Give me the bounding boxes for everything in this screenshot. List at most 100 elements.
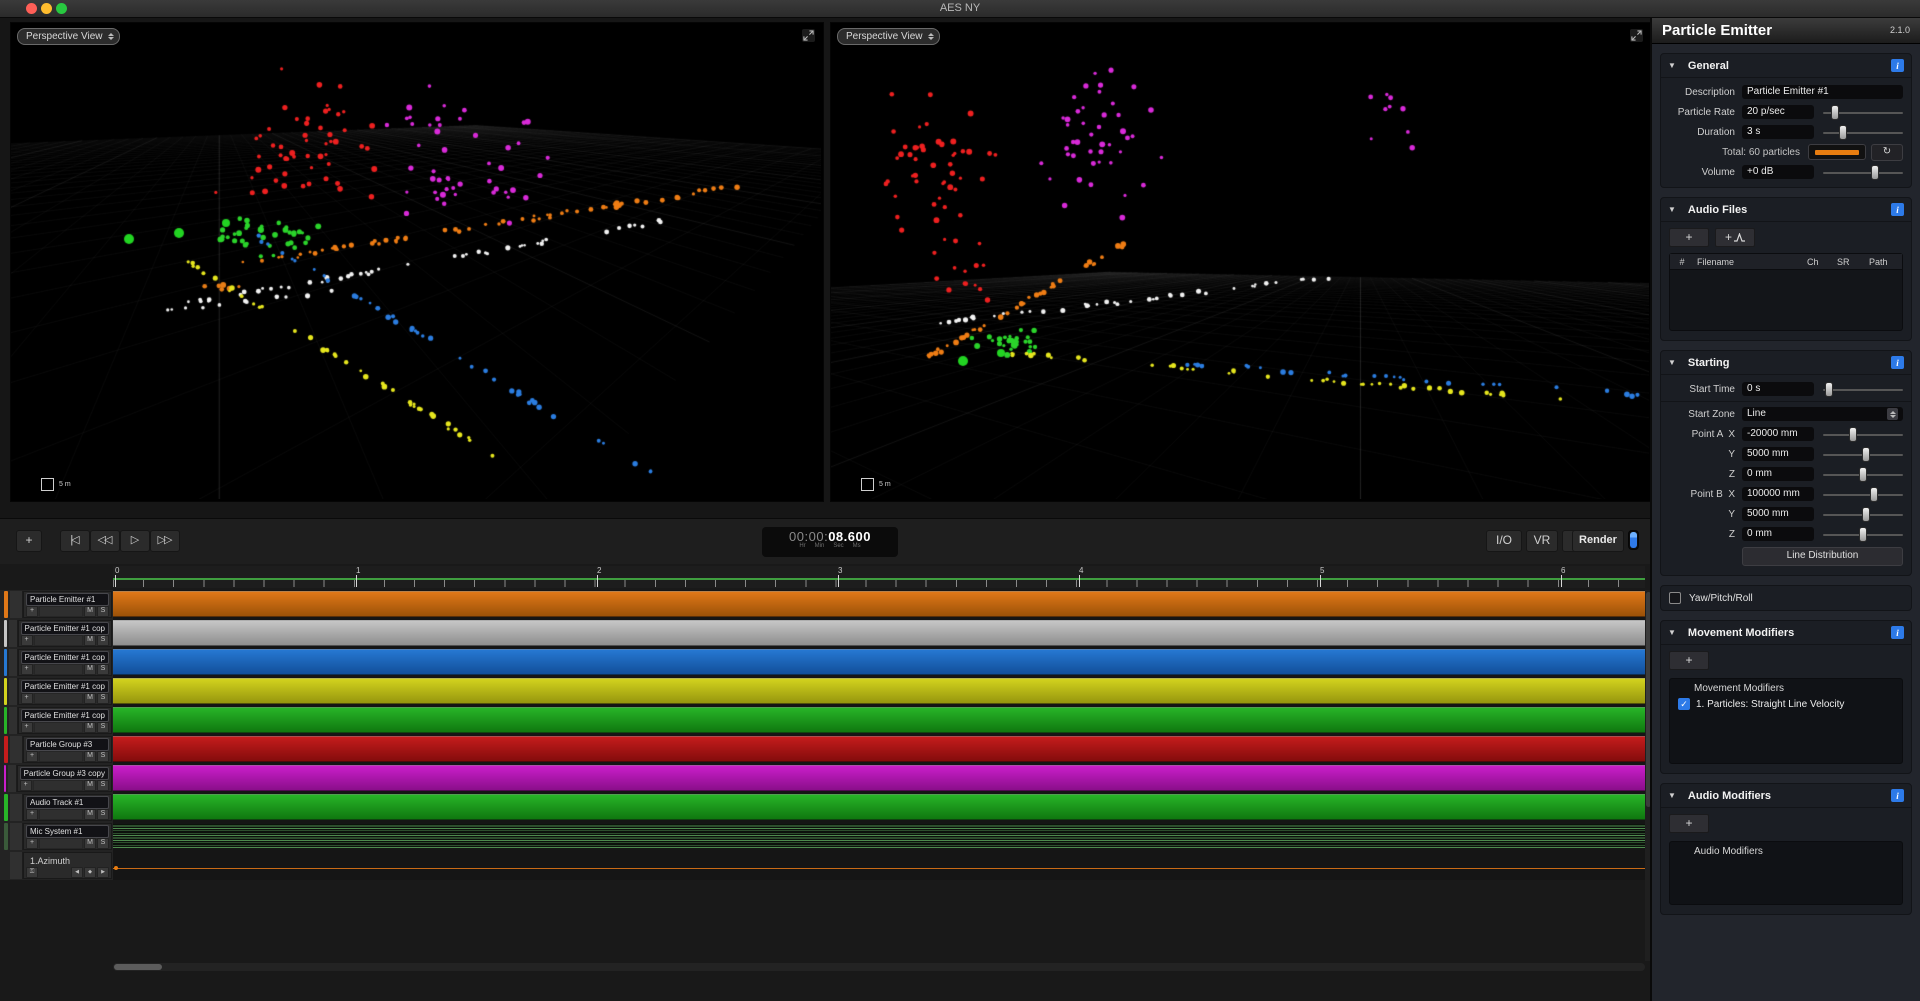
mic-clip-region[interactable] bbox=[113, 824, 1645, 848]
track-header[interactable]: Particle Emitter #1+MS bbox=[0, 590, 113, 619]
clip-region[interactable] bbox=[113, 649, 1645, 675]
vr-button[interactable]: VR bbox=[1526, 530, 1558, 552]
slider-thumb[interactable] bbox=[1825, 382, 1833, 397]
info-icon[interactable] bbox=[1891, 789, 1904, 802]
mute-button[interactable]: M bbox=[84, 693, 96, 704]
point-b-z-input[interactable]: 0 mm bbox=[1742, 527, 1814, 541]
line-distribution-button[interactable]: Line Distribution bbox=[1742, 547, 1903, 566]
collapse-triangle-icon[interactable]: ▼ bbox=[1668, 205, 1676, 214]
info-icon[interactable] bbox=[1891, 356, 1904, 369]
start-time-slider[interactable] bbox=[1823, 382, 1903, 397]
track-grab-handle[interactable] bbox=[10, 794, 23, 821]
collapse-triangle-icon[interactable]: ▼ bbox=[1668, 358, 1676, 367]
track-name-field[interactable]: Particle Group #3 copy bbox=[20, 767, 109, 780]
mute-button[interactable]: M bbox=[84, 838, 96, 849]
track-lane[interactable] bbox=[113, 590, 1645, 619]
rewind-button[interactable]: ◁◁ bbox=[90, 530, 120, 552]
track-name-field[interactable]: Particle Emitter #1 cop bbox=[21, 680, 109, 693]
refresh-button[interactable]: ↻ bbox=[1871, 144, 1903, 161]
next-keyframe-button[interactable]: ▶ bbox=[97, 867, 109, 878]
yaw-pitch-roll-checkbox[interactable] bbox=[1669, 592, 1681, 604]
track-header[interactable]: Particle Emitter #1 cop+MS bbox=[0, 648, 113, 677]
audio-files-table-body[interactable] bbox=[1670, 270, 1902, 330]
track-add-automation-button[interactable]: + bbox=[26, 751, 38, 762]
go-to-start-button[interactable]: |◁ bbox=[60, 530, 90, 552]
add-keyframe-button[interactable]: ◆ bbox=[84, 867, 96, 878]
track-grab-handle[interactable] bbox=[10, 736, 23, 763]
track-header[interactable]: Audio Track #1+MS bbox=[0, 793, 113, 822]
track-add-automation-button[interactable]: + bbox=[21, 722, 33, 733]
track-grab-handle[interactable] bbox=[9, 707, 18, 734]
slider-thumb[interactable] bbox=[1849, 427, 1857, 442]
collapse-triangle-icon[interactable]: ▼ bbox=[1668, 61, 1676, 70]
track-lane[interactable] bbox=[113, 706, 1645, 735]
track-add-automation-button[interactable]: + bbox=[21, 693, 33, 704]
duration-input[interactable]: 3 s bbox=[1742, 125, 1814, 139]
automation-curve[interactable] bbox=[113, 868, 1645, 869]
clip-region[interactable] bbox=[113, 707, 1645, 733]
section-starting-header[interactable]: ▼ Starting bbox=[1661, 351, 1911, 375]
expand-viewport-icon[interactable] bbox=[1630, 29, 1643, 42]
solo-button[interactable]: S bbox=[97, 809, 109, 820]
slider-thumb[interactable] bbox=[1859, 467, 1867, 482]
view-mode-dropdown[interactable]: Perspective View bbox=[17, 28, 120, 45]
clip-region[interactable] bbox=[113, 736, 1645, 762]
track-name-field[interactable]: Particle Group #3 bbox=[26, 738, 109, 751]
solo-button[interactable]: S bbox=[97, 751, 109, 762]
track-name-field[interactable]: Audio Track #1 bbox=[26, 796, 109, 809]
track-add-automation-button[interactable]: + bbox=[26, 809, 38, 820]
add-impulse-button[interactable]: + bbox=[1715, 228, 1755, 247]
start-zone-dropdown[interactable]: Line bbox=[1742, 407, 1903, 421]
viewport-right[interactable]: Perspective View 5 m bbox=[830, 22, 1652, 502]
duration-slider[interactable] bbox=[1823, 125, 1903, 140]
collapse-triangle-icon[interactable]: ▼ bbox=[1668, 791, 1676, 800]
add-audio-file-button[interactable]: + bbox=[1669, 228, 1709, 247]
track-name-field[interactable]: Particle Emitter #1 bbox=[26, 593, 109, 606]
add-movement-modifier-button[interactable]: + bbox=[1669, 651, 1709, 670]
track-name-field[interactable]: Mic System #1 bbox=[26, 825, 109, 838]
slider-thumb[interactable] bbox=[1839, 125, 1847, 140]
track-header[interactable]: Particle Emitter #1 cop+MS bbox=[0, 706, 113, 735]
horizontal-scrollbar[interactable] bbox=[113, 963, 1645, 971]
view-mode-dropdown[interactable]: Perspective View bbox=[837, 28, 940, 45]
prev-keyframe-button[interactable]: ◀ bbox=[71, 867, 83, 878]
track-add-automation-button[interactable]: + bbox=[21, 635, 33, 646]
timecode-display[interactable]: 00:00:08.600 HrMinSecMs bbox=[762, 527, 898, 557]
track-grab-handle[interactable] bbox=[8, 765, 16, 792]
track-header[interactable]: Mic System #1+MS bbox=[0, 822, 113, 851]
volume-slider[interactable] bbox=[1823, 165, 1903, 180]
mute-button[interactable]: M bbox=[84, 606, 96, 617]
track-lane[interactable] bbox=[113, 822, 1645, 851]
point-a-y-slider[interactable] bbox=[1823, 447, 1903, 462]
track-grab-handle[interactable] bbox=[10, 852, 23, 879]
point-a-z-slider[interactable] bbox=[1823, 467, 1903, 482]
modifier-enabled-checkbox[interactable] bbox=[1678, 698, 1690, 710]
track-grab-handle[interactable] bbox=[9, 620, 18, 647]
track-lane[interactable] bbox=[113, 851, 1645, 880]
stepper-icon[interactable] bbox=[1887, 408, 1898, 420]
track-lane[interactable] bbox=[113, 648, 1645, 677]
point-a-x-slider[interactable] bbox=[1823, 427, 1903, 442]
viewport-left[interactable]: Perspective View 5 m bbox=[10, 22, 824, 502]
track-header[interactable]: Particle Emitter #1 cop+MS bbox=[0, 677, 113, 706]
clip-region[interactable] bbox=[113, 591, 1645, 617]
track-lane[interactable] bbox=[113, 793, 1645, 822]
particle-rate-slider[interactable] bbox=[1823, 105, 1903, 120]
particle-amount-bar[interactable] bbox=[1808, 144, 1866, 160]
mute-button[interactable]: M bbox=[84, 780, 96, 791]
solo-button[interactable]: S bbox=[97, 635, 109, 646]
point-a-x-input[interactable]: -20000 mm bbox=[1742, 427, 1814, 441]
slider-thumb[interactable] bbox=[1859, 527, 1867, 542]
track-grab-handle[interactable] bbox=[10, 823, 23, 850]
collapse-triangle-icon[interactable]: ▼ bbox=[1668, 628, 1676, 637]
section-movement-modifiers-header[interactable]: ▼ Movement Modifiers bbox=[1661, 621, 1911, 645]
track-lane[interactable] bbox=[113, 677, 1645, 706]
track-grab-handle[interactable] bbox=[9, 678, 18, 705]
track-grab-handle[interactable] bbox=[9, 649, 18, 676]
particle-rate-input[interactable]: 20 p/sec bbox=[1742, 105, 1814, 119]
mute-button[interactable]: M bbox=[84, 635, 96, 646]
io-button[interactable]: I/O bbox=[1486, 530, 1522, 552]
track-lane[interactable] bbox=[113, 764, 1645, 793]
mute-button[interactable]: M bbox=[84, 722, 96, 733]
solo-button[interactable]: S bbox=[97, 722, 109, 733]
